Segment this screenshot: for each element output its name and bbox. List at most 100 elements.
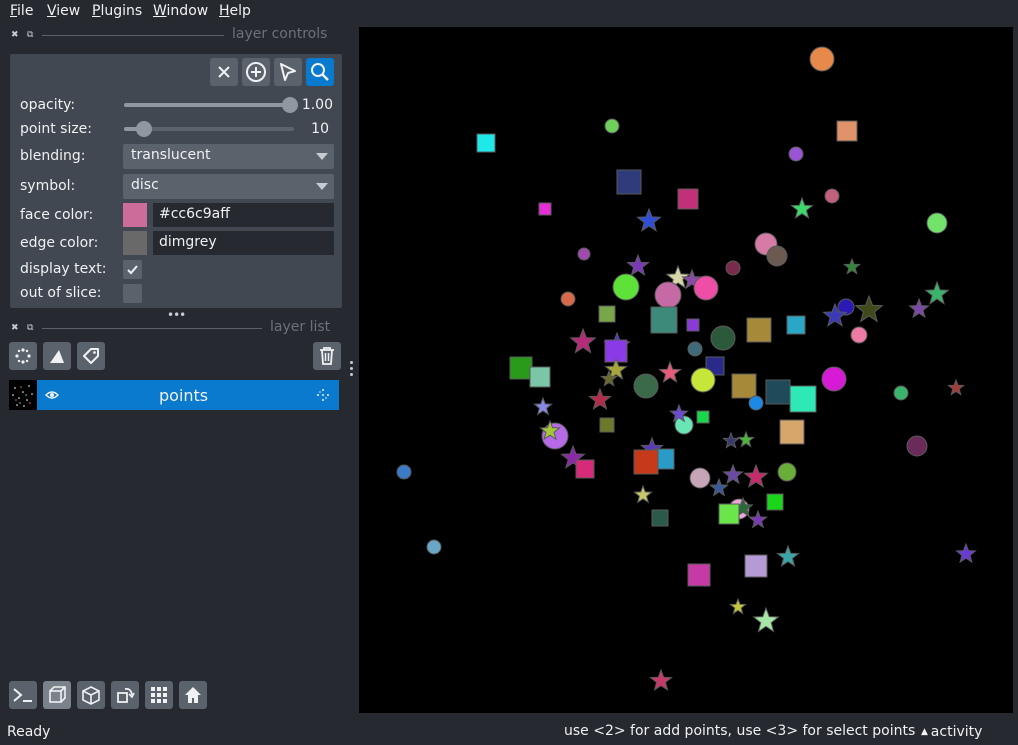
blending-select[interactable]: translucent <box>123 144 334 169</box>
point-marker[interactable] <box>947 378 965 396</box>
ndisplay-toggle-button[interactable] <box>43 681 71 709</box>
point-marker[interactable] <box>687 341 703 357</box>
point-marker[interactable] <box>779 419 805 445</box>
float-dock-icon[interactable]: ⧉ <box>27 323 33 333</box>
point-marker[interactable] <box>598 305 616 323</box>
point-marker[interactable] <box>569 327 597 354</box>
point-marker[interactable] <box>854 294 884 323</box>
face-color-swatch[interactable] <box>123 203 147 227</box>
point-marker[interactable] <box>790 196 814 220</box>
point-marker[interactable] <box>575 459 595 479</box>
point-marker[interactable] <box>693 275 719 301</box>
point-marker[interactable] <box>649 668 673 692</box>
point-marker[interactable] <box>690 367 716 393</box>
console-button[interactable] <box>9 681 37 709</box>
point-marker[interactable] <box>560 291 576 307</box>
point-marker[interactable] <box>722 463 744 485</box>
point-marker[interactable] <box>636 207 662 232</box>
grid-view-button[interactable] <box>145 681 173 709</box>
point-marker[interactable] <box>766 493 784 511</box>
point-marker[interactable] <box>836 120 858 142</box>
point-marker[interactable] <box>654 281 682 309</box>
point-marker[interactable] <box>777 462 797 482</box>
point-marker[interactable] <box>710 325 736 351</box>
points-canvas[interactable] <box>359 27 1013 713</box>
point-marker[interactable] <box>709 477 729 497</box>
symbol-select[interactable]: disc <box>123 174 334 199</box>
new-shapes-layer-button[interactable] <box>43 342 71 370</box>
point-marker[interactable] <box>924 280 950 305</box>
point-marker[interactable] <box>850 326 868 344</box>
point-marker[interactable] <box>633 373 659 399</box>
point-marker[interactable] <box>612 273 640 301</box>
face-color-field[interactable]: #cc6c9aff <box>153 203 334 227</box>
out-of-slice-checkbox[interactable] <box>123 284 142 303</box>
edge-color-swatch[interactable] <box>123 231 147 255</box>
point-marker[interactable] <box>718 503 740 525</box>
point-marker[interactable] <box>725 260 741 276</box>
menu-file[interactable]: File <box>10 3 33 19</box>
point-marker[interactable] <box>746 317 772 343</box>
point-marker[interactable] <box>588 387 612 411</box>
point-marker[interactable] <box>616 169 642 195</box>
point-marker[interactable] <box>821 366 847 392</box>
point-marker[interactable] <box>955 542 977 564</box>
layer-row-points[interactable]: points <box>9 380 339 410</box>
point-marker[interactable] <box>729 597 747 615</box>
point-marker[interactable] <box>396 464 412 480</box>
point-marker[interactable] <box>752 606 780 633</box>
float-dock-icon[interactable]: ⧉ <box>27 30 33 40</box>
point-marker[interactable] <box>633 484 653 504</box>
point-marker[interactable] <box>737 430 755 448</box>
point-marker[interactable] <box>626 253 650 277</box>
display-text-checkbox[interactable] <box>123 260 142 279</box>
point-marker[interactable] <box>776 544 800 568</box>
point-marker[interactable] <box>650 306 678 334</box>
point-marker[interactable] <box>908 297 930 319</box>
point-marker[interactable] <box>604 118 620 134</box>
close-dock-icon[interactable]: ✖ <box>11 323 19 333</box>
point-marker[interactable] <box>476 133 496 153</box>
roll-dimensions-button[interactable] <box>77 681 105 709</box>
point-marker[interactable] <box>658 360 682 384</box>
activity-button[interactable]: ▲ activity <box>921 724 982 740</box>
menu-view[interactable]: View <box>47 3 80 19</box>
point-marker[interactable] <box>906 435 928 457</box>
point-marker[interactable] <box>687 563 711 587</box>
menu-plugins[interactable]: Plugins <box>92 3 142 19</box>
pan-zoom-button[interactable] <box>306 58 334 86</box>
layer-name[interactable]: points <box>159 386 208 405</box>
splitter-handle[interactable]: ••• <box>167 308 186 322</box>
vertical-splitter-handle[interactable] <box>350 361 354 376</box>
point-marker[interactable] <box>689 467 711 489</box>
new-points-layer-button[interactable] <box>9 342 37 370</box>
point-marker[interactable] <box>722 431 740 449</box>
point-marker[interactable] <box>577 247 591 261</box>
point-marker[interactable] <box>677 188 699 210</box>
transpose-dimensions-button[interactable] <box>111 681 139 709</box>
point-marker[interactable] <box>766 245 788 267</box>
point-marker[interactable] <box>696 410 710 424</box>
point-marker[interactable] <box>633 449 659 475</box>
point-marker[interactable] <box>538 202 552 216</box>
close-dock-icon[interactable]: ✖ <box>11 30 19 40</box>
point-marker[interactable] <box>893 385 909 401</box>
point-marker[interactable] <box>824 188 840 204</box>
point-marker[interactable] <box>599 417 615 433</box>
point-marker[interactable] <box>686 318 700 332</box>
point-marker[interactable] <box>743 463 769 488</box>
add-points-button[interactable] <box>242 58 270 86</box>
edge-color-field[interactable]: dimgrey <box>153 231 334 255</box>
point-marker[interactable] <box>426 539 442 555</box>
point-marker[interactable] <box>809 46 835 72</box>
delete-layer-button[interactable] <box>313 342 341 370</box>
point-marker[interactable] <box>529 366 551 388</box>
menu-window[interactable]: Window <box>153 3 208 19</box>
point-marker[interactable] <box>748 509 768 529</box>
delete-points-button[interactable] <box>210 58 238 86</box>
point-marker[interactable] <box>765 379 791 405</box>
point-marker[interactable] <box>744 554 768 578</box>
point-marker[interactable] <box>789 385 817 413</box>
reset-view-button[interactable] <box>179 681 207 709</box>
new-labels-layer-button[interactable] <box>77 342 105 370</box>
